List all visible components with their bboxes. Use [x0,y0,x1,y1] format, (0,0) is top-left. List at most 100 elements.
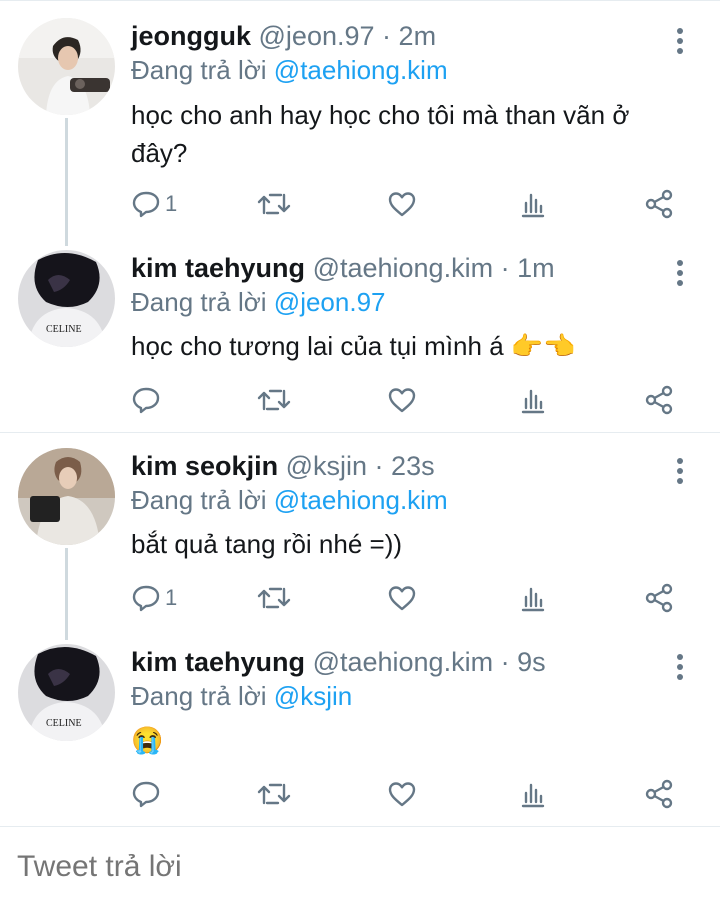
mention-link[interactable]: @taehiong.kim [274,55,448,85]
thread-separator [0,432,720,433]
like-button[interactable] [387,380,417,420]
share-button[interactable] [644,380,674,420]
username[interactable]: @ksjin [286,451,367,481]
display-name[interactable]: jeongguk [131,21,251,51]
retweet-button[interactable] [257,578,291,618]
retweet-icon [257,779,291,809]
reply-prefix: Đang trả lời [131,485,267,515]
tweet-header: kim seokjin @ksjin · 23s [131,448,435,484]
mention-link[interactable]: @ksjin [274,681,352,711]
tweet-text: học cho anh hay học cho tôi mà than vãn … [131,100,630,168]
like-button[interactable] [387,774,417,814]
tweet-text: bắt quả tang rồi nhé =)) [131,529,403,559]
share-button[interactable] [644,184,674,224]
share-button[interactable] [644,774,674,814]
reply-icon [131,189,161,219]
share-icon [644,583,674,613]
like-icon [387,385,417,415]
like-icon [387,779,417,809]
analytics-icon [519,189,547,219]
like-icon [387,583,417,613]
reply-context: Đang trả lời @jeon.97 [131,285,386,319]
mention-link[interactable]: @jeon.97 [274,287,386,317]
like-button[interactable] [387,184,417,224]
display-name[interactable]: kim seokjin [131,451,278,481]
avatar[interactable] [18,18,115,115]
username[interactable]: @taehiong.kim [313,647,494,677]
more-icon[interactable] [668,26,692,56]
tweet[interactable]: CELINE kim taehyung @taehiong.kim · 9s Đ… [0,644,720,824]
reply-count: 1 [165,191,178,216]
separator-dot: · [500,647,510,677]
reply-icon [131,385,161,415]
timestamp[interactable]: 23s [391,451,435,481]
reply-context: Đang trả lời @taehiong.kim [131,53,448,87]
tweet-actions [131,380,691,420]
more-icon[interactable] [668,258,692,288]
tweet-text: 😭 [131,725,164,755]
reply-count: 1 [165,585,178,610]
analytics-icon [519,385,547,415]
compose-bar [0,826,720,910]
reply-context: Đang trả lời @ksjin [131,679,352,713]
svg-text:CELINE: CELINE [46,718,82,729]
reply-button[interactable] [131,774,165,814]
tweet-header: kim taehyung @taehiong.kim · 1m [131,250,555,286]
retweet-icon [257,583,291,613]
analytics-icon [519,583,547,613]
tweet-actions: 1 [131,184,691,224]
tweet-actions [131,774,691,814]
separator-dot: · [374,451,384,481]
mention-link[interactable]: @taehiong.kim [274,485,448,515]
analytics-button[interactable] [519,578,547,618]
tweet-header: kim taehyung @taehiong.kim · 9s [131,644,546,680]
retweet-button[interactable] [257,184,291,224]
avatar[interactable]: CELINE [18,250,115,347]
svg-text:CELINE: CELINE [46,324,82,335]
avatar[interactable]: CELINE [18,644,115,741]
top-divider [0,0,720,1]
display-name[interactable]: kim taehyung [131,253,305,283]
retweet-button[interactable] [257,774,291,814]
username[interactable]: @jeon.97 [259,21,375,51]
share-icon [644,189,674,219]
like-button[interactable] [387,578,417,618]
avatar[interactable] [18,448,115,545]
share-button[interactable] [644,578,674,618]
more-icon[interactable] [668,652,692,682]
analytics-button[interactable] [519,184,547,224]
reply-prefix: Đang trả lời [131,287,267,317]
share-icon [644,385,674,415]
reply-input[interactable] [15,849,699,885]
analytics-icon [519,779,547,809]
reply-prefix: Đang trả lời [131,55,267,85]
timestamp[interactable]: 9s [517,647,546,677]
share-icon [644,779,674,809]
separator-dot: · [500,253,510,283]
retweet-icon [257,385,291,415]
analytics-button[interactable] [519,380,547,420]
tweet[interactable]: kim seokjin @ksjin · 23s Đang trả lời @t… [0,448,720,628]
reply-button[interactable] [131,380,165,420]
timestamp[interactable]: 2m [399,21,437,51]
tweet-text: học cho tương lai của tụi mình á 👉👈 [131,331,576,361]
username[interactable]: @taehiong.kim [313,253,494,283]
reply-context: Đang trả lời @taehiong.kim [131,483,448,517]
separator-dot: · [382,21,392,51]
like-icon [387,189,417,219]
tweet[interactable]: CELINE kim taehyung @taehiong.kim · 1m Đ… [0,250,720,430]
tweet[interactable]: jeongguk @jeon.97 · 2m Đang trả lời @tae… [0,18,720,238]
reply-icon [131,779,161,809]
reply-prefix: Đang trả lời [131,681,267,711]
analytics-button[interactable] [519,774,547,814]
reply-button[interactable]: 1 [131,578,177,618]
display-name[interactable]: kim taehyung [131,647,305,677]
tweet-header: jeongguk @jeon.97 · 2m [131,18,436,54]
retweet-button[interactable] [257,380,291,420]
reply-icon [131,583,161,613]
more-icon[interactable] [668,456,692,486]
timestamp[interactable]: 1m [517,253,555,283]
tweet-actions: 1 [131,578,691,618]
retweet-icon [257,189,291,219]
reply-button[interactable]: 1 [131,184,177,224]
